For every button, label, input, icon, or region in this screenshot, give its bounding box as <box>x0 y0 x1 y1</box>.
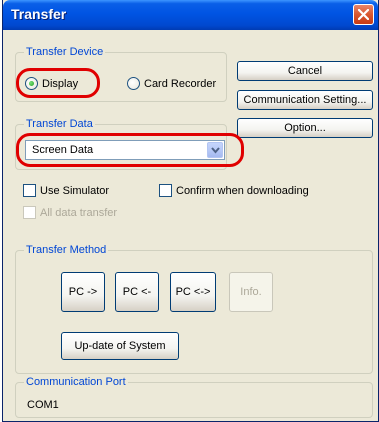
pc-to-button[interactable]: PC -> <box>61 272 105 312</box>
radio-card-recorder-label[interactable]: Card Recorder <box>144 77 216 91</box>
communication-port-label: Communication Port <box>24 375 128 389</box>
cancel-button[interactable]: Cancel <box>237 61 373 81</box>
radio-card-recorder[interactable] <box>127 77 140 90</box>
confirm-downloading-label[interactable]: Confirm when downloading <box>176 184 309 198</box>
cancel-button-label: Cancel <box>287 65 323 77</box>
communication-setting-label: Communication Setting... <box>243 94 367 106</box>
update-system-label: Up-date of System <box>74 340 166 352</box>
pc-from-label: PC <- <box>122 286 152 298</box>
pc-to-label: PC -> <box>68 286 98 298</box>
info-label: Info. <box>240 286 262 298</box>
transfer-device-label: Transfer Device <box>24 45 106 59</box>
display-highlight <box>16 68 100 98</box>
transfer-method-label: Transfer Method <box>24 243 109 257</box>
update-system-button[interactable]: Up-date of System <box>61 332 179 360</box>
communication-port-value: COM1 <box>27 399 59 411</box>
window-title: Transfer <box>11 6 67 22</box>
communication-setting-button[interactable]: Communication Setting... <box>237 90 373 110</box>
title-bar[interactable]: Transfer <box>3 0 378 30</box>
use-simulator-label[interactable]: Use Simulator <box>40 184 109 198</box>
confirm-downloading-checkbox[interactable] <box>159 184 172 197</box>
info-button[interactable]: Info. <box>229 272 273 312</box>
pc-both-label: PC <-> <box>175 286 211 298</box>
transfer-data-highlight <box>16 133 244 167</box>
close-icon <box>358 9 369 20</box>
transfer-dialog: Transfer Transfer Device Display Card Re… <box>2 0 379 422</box>
all-data-transfer-label: All data transfer <box>40 207 118 219</box>
all-data-transfer-checkbox[interactable] <box>23 206 36 219</box>
option-button-label: Option... <box>284 122 326 134</box>
communication-port-group: Communication Port <box>15 375 373 418</box>
transfer-data-label: Transfer Data <box>24 117 95 131</box>
option-button[interactable]: Option... <box>237 118 373 138</box>
pc-both-button[interactable]: PC <-> <box>170 272 216 312</box>
close-button[interactable] <box>353 4 374 25</box>
pc-from-button[interactable]: PC <- <box>115 272 159 312</box>
use-simulator-checkbox[interactable] <box>23 184 36 197</box>
